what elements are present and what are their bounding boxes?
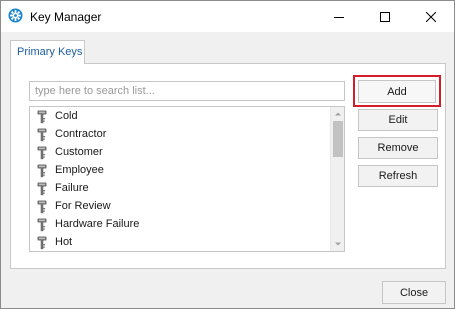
list-scrollbar[interactable] [330,107,344,251]
close-icon [426,11,436,22]
list-item[interactable]: Cold [30,108,330,126]
minimize-button[interactable] [316,1,362,32]
add-button[interactable]: Add [358,80,436,103]
tab-label: Primary Keys [17,46,83,58]
key-manager-window: Key Manager Primary Keys ColdContractorC… [0,0,455,309]
key-icon [37,110,47,124]
key-icon [37,200,47,214]
key-icon [37,146,47,160]
remove-button[interactable]: Remove [358,137,438,159]
refresh-button[interactable]: Refresh [358,165,438,187]
list-item[interactable]: Employee [30,162,330,180]
list-item-label: Hardware Failure [55,218,140,230]
list-item-label: Employee [55,164,104,176]
close-button[interactable]: Close [382,281,446,304]
edit-button[interactable]: Edit [358,109,438,131]
list-item[interactable]: Customer [30,144,330,162]
scroll-down-arrow-icon[interactable] [333,239,343,249]
list-item-label: Hot [55,236,73,248]
list-item-label: Contractor [55,128,107,140]
list-item[interactable]: Hot [30,234,330,251]
window-title: Key Manager [30,10,102,24]
list-item[interactable]: Contractor [30,126,330,144]
key-icon [37,218,47,232]
maximize-button[interactable] [362,1,408,32]
key-icon [37,164,47,178]
maximize-icon [380,11,390,22]
key-icon [37,236,47,250]
key-icon [37,128,47,142]
list-item-label: Cold [55,110,78,122]
key-icon [37,182,47,196]
keys-list[interactable]: Cold Contractor Customer Employee Failure For… [29,106,345,252]
list-item-label: Failure [55,182,89,194]
close-window-button[interactable] [408,1,454,32]
tab-primary-keys[interactable]: Primary Keys [10,40,85,64]
list-item-label: Customer [55,146,103,158]
list-item[interactable]: For Review [30,198,330,216]
app-gear-icon [8,8,23,23]
minimize-icon [334,16,344,18]
list-item[interactable]: Failure [30,180,330,198]
search-input[interactable] [29,81,345,101]
list-item[interactable]: Hardware Failure [30,216,330,234]
scroll-up-arrow-icon[interactable] [333,109,343,119]
list-item-label: For Review [55,200,111,212]
title-bar[interactable]: Key Manager [1,1,454,32]
scroll-thumb[interactable] [333,121,343,157]
